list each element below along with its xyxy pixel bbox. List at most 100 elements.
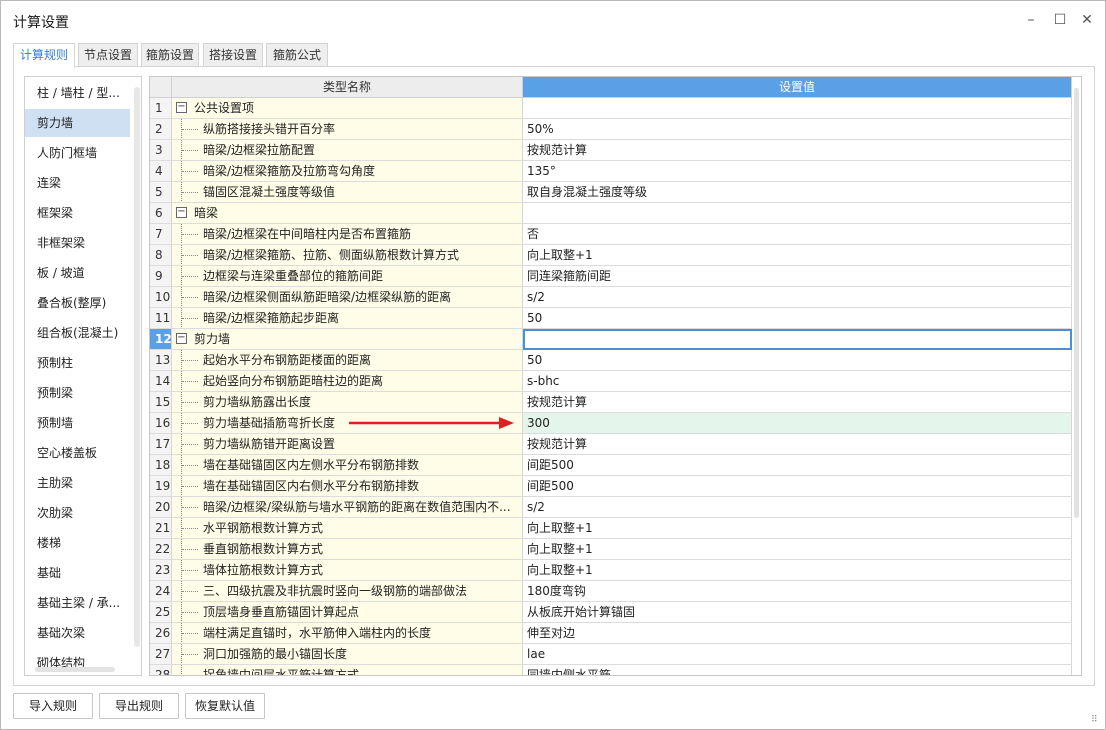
row-number[interactable]: 5	[150, 182, 172, 203]
setting-value-cell[interactable]: 否	[523, 224, 1072, 245]
setting-value-cell[interactable]: 取自身混凝土强度等级	[523, 182, 1072, 203]
list-item[interactable]: 非框架梁	[25, 229, 130, 257]
table-row[interactable]: 7 暗梁/边框梁在中间暗柱内是否布置箍筋 否	[150, 224, 1072, 245]
setting-value-cell[interactable]: 间距500	[523, 455, 1072, 476]
table-row[interactable]: 9 边框梁与连梁重叠部位的箍筋间距 同连梁箍筋间距	[150, 266, 1072, 287]
table-row[interactable]: 3 暗梁/边框梁拉筋配置 按规范计算	[150, 140, 1072, 161]
list-item[interactable]: 基础	[25, 559, 130, 587]
row-number[interactable]: 17	[150, 434, 172, 455]
list-item[interactable]: 板 / 坡道	[25, 259, 130, 287]
setting-value-cell[interactable]: 按规范计算	[523, 140, 1072, 161]
row-number[interactable]: 9	[150, 266, 172, 287]
list-item[interactable]: 楼梯	[25, 529, 130, 557]
table-row[interactable]: 27 洞口加强筋的最小锚固长度 lae	[150, 644, 1072, 665]
close-icon[interactable]: ✕	[1076, 9, 1098, 31]
table-row[interactable]: 28 拐角墙中间层水平筋计算方式 同墙内侧水平筋	[150, 665, 1072, 675]
setting-value-cell[interactable]: 50%	[523, 119, 1072, 140]
minimize-icon[interactable]: –	[1020, 9, 1042, 31]
setting-value-cell[interactable]: 按规范计算	[523, 392, 1072, 413]
list-item[interactable]: 预制墙	[25, 409, 130, 437]
row-number[interactable]: 24	[150, 581, 172, 602]
list-item[interactable]: 连梁	[25, 169, 130, 197]
list-item[interactable]: 柱 / 墙柱 / 型...	[25, 79, 130, 107]
row-number[interactable]: 14	[150, 371, 172, 392]
setting-value-cell[interactable]: 按规范计算	[523, 434, 1072, 455]
tab-node-settings[interactable]: 节点设置	[78, 43, 138, 67]
table-row[interactable]: 19 墙在基础锚固区内右侧水平分布钢筋排数 间距500	[150, 476, 1072, 497]
row-number[interactable]: 3	[150, 140, 172, 161]
tab-lap-settings[interactable]: 搭接设置	[203, 43, 263, 67]
list-item[interactable]: 基础次梁	[25, 619, 130, 647]
setting-value-cell[interactable]: 间距500	[523, 476, 1072, 497]
row-number[interactable]: 4	[150, 161, 172, 182]
table-row[interactable]: 11 暗梁/边框梁箍筋起步距离 50	[150, 308, 1072, 329]
collapse-icon[interactable]: −	[176, 207, 187, 218]
row-number[interactable]: 1	[150, 98, 172, 119]
restore-defaults-button[interactable]: 恢复默认值	[185, 693, 265, 719]
row-number[interactable]: 8	[150, 245, 172, 266]
setting-value-cell[interactable]: 同墙内侧水平筋	[523, 665, 1072, 675]
row-number[interactable]: 10	[150, 287, 172, 308]
setting-value-cell[interactable]: s-bhc	[523, 371, 1072, 392]
setting-value-cell[interactable]: s/2	[523, 497, 1072, 518]
table-row[interactable]: 23 墙体拉筋根数计算方式 向上取整+1	[150, 560, 1072, 581]
table-row[interactable]: 4 暗梁/边框梁箍筋及拉筋弯勾角度 135°	[150, 161, 1072, 182]
tab-stirrup-formula[interactable]: 箍筋公式	[266, 43, 328, 67]
tab-stirrup-settings[interactable]: 箍筋设置	[141, 43, 199, 67]
collapse-icon[interactable]: −	[176, 102, 187, 113]
setting-value-cell[interactable]	[523, 98, 1072, 119]
group-row[interactable]: 1− 公共设置项	[150, 98, 1072, 119]
group-row[interactable]: 12− 剪力墙	[150, 329, 1072, 350]
row-number[interactable]: 25	[150, 602, 172, 623]
row-number[interactable]: 7	[150, 224, 172, 245]
setting-value-cell[interactable]: 同连梁箍筋间距	[523, 266, 1072, 287]
setting-value-cell[interactable]: 180度弯钩	[523, 581, 1072, 602]
row-number[interactable]: 18	[150, 455, 172, 476]
row-number[interactable]: 23	[150, 560, 172, 581]
setting-value-cell[interactable]: 50	[523, 308, 1072, 329]
import-rules-button[interactable]: 导入规则	[13, 693, 93, 719]
table-row[interactable]: 21 水平钢筋根数计算方式 向上取整+1	[150, 518, 1072, 539]
table-row[interactable]: 26 端柱满足直锚时，水平筋伸入端柱内的长度 伸至对边	[150, 623, 1072, 644]
collapse-icon[interactable]: −	[176, 333, 187, 344]
setting-value-cell[interactable]: 向上取整+1	[523, 560, 1072, 581]
setting-value-cell[interactable]	[523, 203, 1072, 224]
list-horizontal-scrollbar[interactable]	[35, 667, 115, 672]
table-row[interactable]: 17 剪力墙纵筋错开距离设置 按规范计算	[150, 434, 1072, 455]
table-row[interactable]: 20 暗梁/边框梁/梁纵筋与墙水平钢筋的距离在数值范围内不... s/2	[150, 497, 1072, 518]
setting-value-cell[interactable]: 从板底开始计算锚固	[523, 602, 1072, 623]
maximize-icon[interactable]: ☐	[1049, 9, 1071, 31]
setting-value-cell[interactable]: 向上取整+1	[523, 245, 1072, 266]
setting-value-cell[interactable]: 向上取整+1	[523, 539, 1072, 560]
row-number[interactable]: 13	[150, 350, 172, 371]
row-number[interactable]: 21	[150, 518, 172, 539]
row-number[interactable]: 19	[150, 476, 172, 497]
row-number[interactable]: 11	[150, 308, 172, 329]
list-item[interactable]: 次肋梁	[25, 499, 130, 527]
row-number[interactable]: 28	[150, 665, 172, 675]
export-rules-button[interactable]: 导出规则	[99, 693, 179, 719]
list-vertical-scrollbar[interactable]	[134, 87, 140, 647]
setting-value-cell[interactable]: 135°	[523, 161, 1072, 182]
list-item[interactable]: 基础主梁 / 承...	[25, 589, 130, 617]
resize-grip-icon[interactable]: ⠿	[1091, 715, 1101, 725]
group-row[interactable]: 6− 暗梁	[150, 203, 1072, 224]
table-row[interactable]: 18 墙在基础锚固区内左侧水平分布钢筋排数 间距500	[150, 455, 1072, 476]
grid-vertical-scrollbar[interactable]	[1074, 88, 1079, 518]
list-item-selected[interactable]: 剪力墙	[25, 109, 130, 137]
table-row[interactable]: 8 暗梁/边框梁箍筋、拉筋、侧面纵筋根数计算方式 向上取整+1	[150, 245, 1072, 266]
row-number[interactable]: 6	[150, 203, 172, 224]
setting-value-cell[interactable]: 向上取整+1	[523, 518, 1072, 539]
row-number[interactable]: 12	[150, 329, 172, 350]
row-number[interactable]: 16	[150, 413, 172, 434]
table-row[interactable]: 5 锚固区混凝土强度等级值 取自身混凝土强度等级	[150, 182, 1072, 203]
list-item[interactable]: 人防门框墙	[25, 139, 130, 167]
row-number[interactable]: 15	[150, 392, 172, 413]
row-number[interactable]: 20	[150, 497, 172, 518]
table-row[interactable]: 24 三、四级抗震及非抗震时竖向一级钢筋的端部做法 180度弯钩	[150, 581, 1072, 602]
row-number[interactable]: 22	[150, 539, 172, 560]
list-item[interactable]: 组合板(混凝土)	[25, 319, 130, 347]
table-row[interactable]: 22 垂直钢筋根数计算方式 向上取整+1	[150, 539, 1072, 560]
row-number[interactable]: 2	[150, 119, 172, 140]
list-item[interactable]: 预制柱	[25, 349, 130, 377]
